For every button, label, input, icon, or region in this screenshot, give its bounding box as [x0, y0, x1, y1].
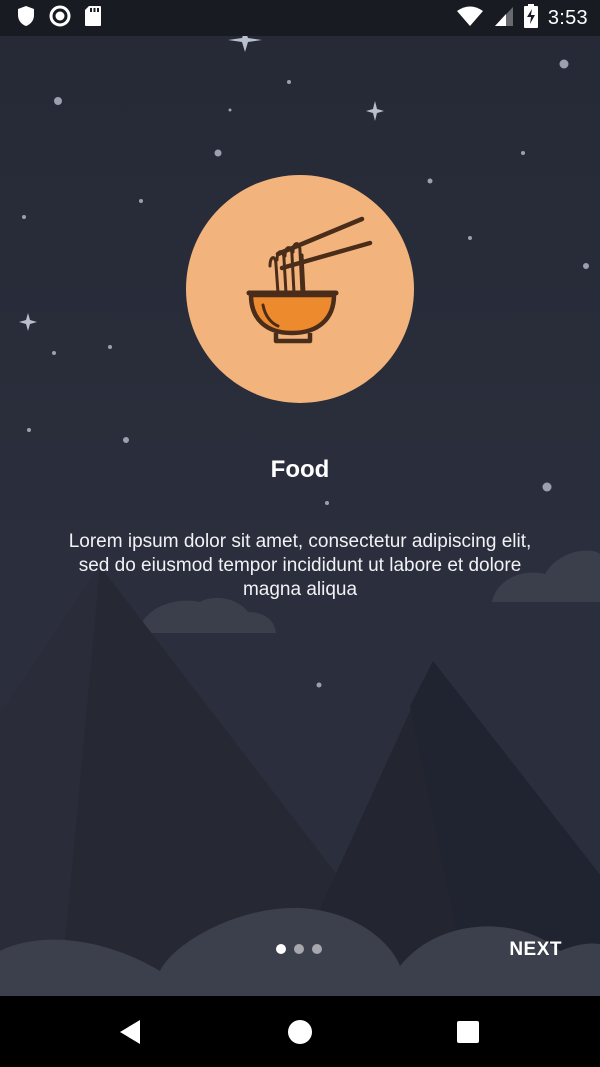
signal-icon [494, 5, 514, 31]
next-button[interactable]: NEXT [509, 934, 562, 966]
recents-icon[interactable] [450, 1014, 486, 1050]
hero-circle [186, 175, 414, 403]
wifi-icon [456, 5, 484, 31]
back-icon[interactable] [112, 1014, 148, 1050]
home-icon[interactable] [282, 1014, 318, 1050]
page-dot [294, 944, 304, 954]
page-dot [312, 944, 322, 954]
status-bar: 3:53 [0, 0, 600, 36]
page-title: Food [270, 456, 330, 483]
onboarding-screen: 3:53 Food Lorem ipsum dolor sit amet, co… [0, 0, 600, 1067]
sd-card-icon [84, 5, 102, 31]
battery-charging-icon [523, 4, 538, 32]
status-time: 3:53 [547, 6, 588, 29]
page-indicator [276, 944, 322, 954]
page-description: Lorem ipsum dolor sit amet, consectetur … [68, 531, 532, 600]
onboarding-content: Food Lorem ipsum dolor sit amet, consect… [0, 36, 600, 996]
record-icon [49, 5, 71, 31]
page-dot-active [276, 944, 286, 954]
shield-icon [16, 5, 36, 31]
navigation-bar [0, 996, 600, 1067]
noodle-bowl-icon [246, 216, 373, 344]
